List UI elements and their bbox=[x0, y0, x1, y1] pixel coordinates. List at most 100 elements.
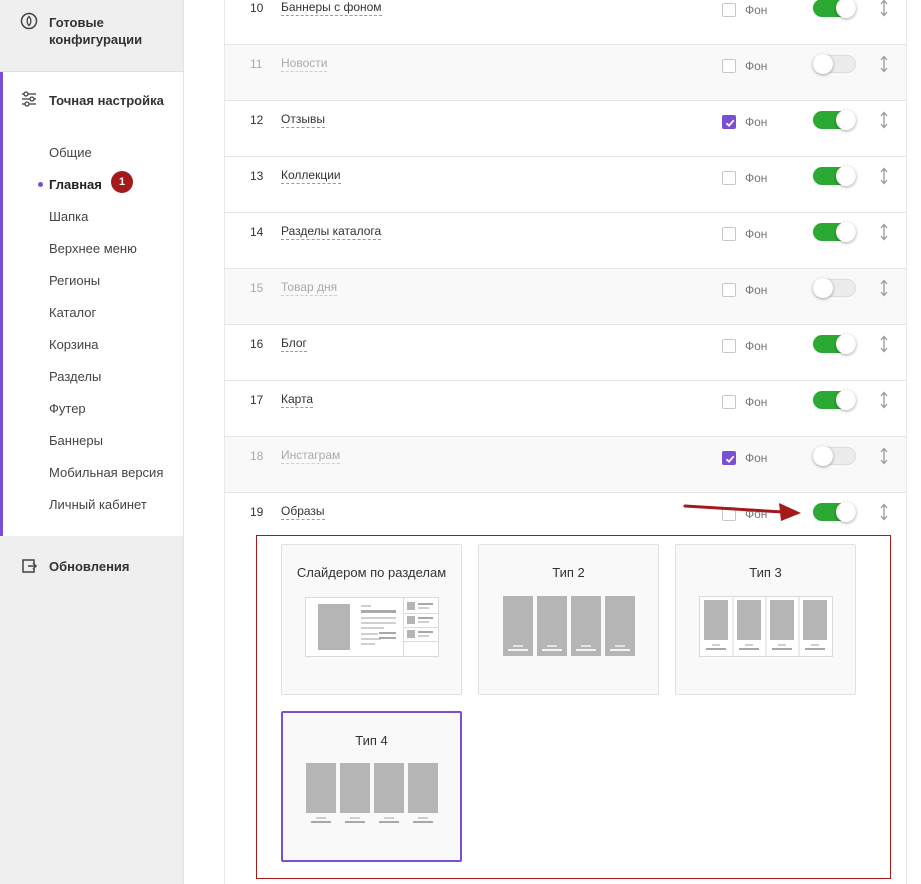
toggle-knob bbox=[813, 278, 833, 298]
sidebar-item-sections[interactable]: Разделы bbox=[49, 369, 101, 385]
block-name-link[interactable]: Отзывы bbox=[281, 112, 325, 128]
background-checkbox[interactable] bbox=[722, 3, 736, 17]
block-row: 14 Разделы каталога Фон bbox=[225, 213, 906, 269]
block-row: 17 Карта Фон bbox=[225, 381, 906, 437]
block-name-link[interactable]: Новости bbox=[281, 56, 328, 72]
drag-handle-icon[interactable] bbox=[878, 334, 890, 354]
block-visibility-toggle[interactable] bbox=[813, 278, 856, 298]
sidebar-item-catalog[interactable]: Каталог bbox=[49, 305, 96, 321]
sidebar-item-top-menu[interactable]: Верхнее меню bbox=[49, 241, 137, 257]
sidebar-item-general[interactable]: Общие bbox=[49, 145, 92, 161]
drag-handle-icon[interactable] bbox=[878, 278, 890, 298]
sidebar-item-mobile[interactable]: Мобильная версия bbox=[49, 465, 163, 481]
toggle-knob bbox=[836, 222, 856, 242]
toggle-knob bbox=[836, 110, 856, 130]
background-label: Фон bbox=[745, 339, 768, 353]
type-card-title: Тип 3 bbox=[749, 565, 782, 580]
type-card-type-3[interactable]: Тип 3 bbox=[675, 544, 856, 695]
toggle-knob bbox=[813, 446, 833, 466]
sidebar-section-label[interactable]: Точная настройка bbox=[49, 92, 174, 109]
block-name-link[interactable]: Карта bbox=[281, 392, 314, 408]
sidebar-section-updates[interactable]: Обновления bbox=[0, 536, 183, 596]
block-row: 18 Инстаграм Фон bbox=[225, 437, 906, 493]
active-indicator-dot bbox=[38, 182, 43, 187]
block-number: 16 bbox=[250, 337, 264, 351]
sidebar-item-account[interactable]: Личный кабинет bbox=[49, 497, 147, 513]
block-name-link[interactable]: Коллекции bbox=[281, 168, 341, 184]
block-number: 11 bbox=[250, 57, 263, 71]
background-label: Фон bbox=[745, 227, 768, 241]
type-card-type-4[interactable]: Тип 4 bbox=[281, 711, 462, 862]
toggle-knob bbox=[836, 0, 856, 18]
background-checkbox[interactable] bbox=[722, 283, 736, 297]
toggle-knob bbox=[813, 54, 833, 74]
drag-handle-icon[interactable] bbox=[878, 390, 890, 410]
type-card-type-2[interactable]: Тип 2 bbox=[478, 544, 659, 695]
sidebar-item-regions[interactable]: Регионы bbox=[49, 273, 100, 289]
background-checkbox[interactable] bbox=[722, 227, 736, 241]
block-visibility-toggle[interactable] bbox=[813, 110, 856, 130]
layout-slider-preview-icon bbox=[305, 597, 439, 657]
block-row: 13 Коллекции Фон bbox=[225, 157, 906, 213]
block-name-link[interactable]: Товар дня bbox=[281, 280, 338, 296]
sidebar-item-main[interactable]: Главная bbox=[49, 177, 102, 193]
block-name-link[interactable]: Образы bbox=[281, 504, 325, 520]
background-label: Фон bbox=[745, 3, 768, 17]
sidebar-section-fine-tune: Точная настройка Общие Главная 1 Шапка В… bbox=[0, 72, 183, 536]
block-number: 18 bbox=[250, 449, 264, 463]
block-visibility-toggle[interactable] bbox=[813, 166, 856, 186]
compass-icon bbox=[20, 12, 38, 30]
drag-handle-icon[interactable] bbox=[878, 166, 890, 186]
type-card-title: Тип 4 bbox=[355, 733, 388, 748]
background-checkbox[interactable] bbox=[722, 115, 736, 129]
background-label: Фон bbox=[745, 115, 768, 129]
block-row: 15 Товар дня Фон bbox=[225, 269, 906, 325]
sidebar-item-header[interactable]: Шапка bbox=[49, 209, 88, 225]
sidebar-item-footer[interactable]: Футер bbox=[49, 401, 86, 417]
check-icon bbox=[725, 119, 735, 128]
block-row: 10 Баннеры с фоном Фон bbox=[225, 0, 906, 45]
block-visibility-toggle[interactable] bbox=[813, 0, 856, 18]
block-row: 11 Новости Фон bbox=[225, 45, 906, 101]
toggle-knob bbox=[836, 334, 856, 354]
type-card-slider[interactable]: Слайдером по разделам bbox=[281, 544, 462, 695]
layout-type-3-preview-icon bbox=[699, 596, 833, 657]
block-name-link[interactable]: Разделы каталога bbox=[281, 224, 382, 240]
background-checkbox[interactable] bbox=[722, 339, 736, 353]
block-visibility-toggle[interactable] bbox=[813, 334, 856, 354]
block-visibility-toggle[interactable] bbox=[813, 446, 856, 466]
refresh-icon bbox=[22, 559, 38, 573]
block-number: 12 bbox=[250, 113, 264, 127]
background-checkbox[interactable] bbox=[722, 395, 736, 409]
block-visibility-toggle[interactable] bbox=[813, 390, 856, 410]
background-label: Фон bbox=[745, 395, 768, 409]
drag-handle-icon[interactable] bbox=[878, 502, 890, 522]
block-name-link[interactable]: Баннеры с фоном bbox=[281, 0, 382, 16]
block-name-link[interactable]: Блог bbox=[281, 336, 307, 352]
sidebar-section-ready-configs[interactable]: Готовые конфигурации bbox=[0, 0, 183, 72]
drag-handle-icon[interactable] bbox=[878, 110, 890, 130]
sidebar-section-label: Готовые конфигурации bbox=[49, 15, 143, 47]
notification-badge: 1 bbox=[111, 171, 133, 193]
background-label: Фон bbox=[745, 283, 768, 297]
block-row: 12 Отзывы Фон bbox=[225, 101, 906, 157]
block-visibility-toggle[interactable] bbox=[813, 222, 856, 242]
sidebar-item-cart[interactable]: Корзина bbox=[49, 337, 99, 353]
drag-handle-icon[interactable] bbox=[878, 446, 890, 466]
block-number: 14 bbox=[250, 225, 264, 239]
block-visibility-toggle[interactable] bbox=[813, 502, 856, 522]
block-number: 10 bbox=[250, 1, 264, 15]
drag-handle-icon[interactable] bbox=[878, 54, 890, 74]
background-checkbox[interactable] bbox=[722, 171, 736, 185]
background-checkbox[interactable] bbox=[722, 59, 736, 73]
background-checkbox[interactable] bbox=[722, 451, 736, 465]
block-visibility-toggle[interactable] bbox=[813, 54, 856, 74]
sidebar-section-label: Обновления bbox=[49, 559, 130, 574]
sidebar-item-banners[interactable]: Баннеры bbox=[49, 433, 103, 449]
block-number: 15 bbox=[250, 281, 264, 295]
layout-type-4-preview-icon bbox=[306, 763, 438, 823]
drag-handle-icon[interactable] bbox=[878, 222, 890, 242]
sidebar: Готовые конфигурации Точная настройка Об… bbox=[0, 0, 184, 884]
drag-handle-icon[interactable] bbox=[878, 0, 890, 18]
block-name-link[interactable]: Инстаграм bbox=[281, 448, 341, 464]
